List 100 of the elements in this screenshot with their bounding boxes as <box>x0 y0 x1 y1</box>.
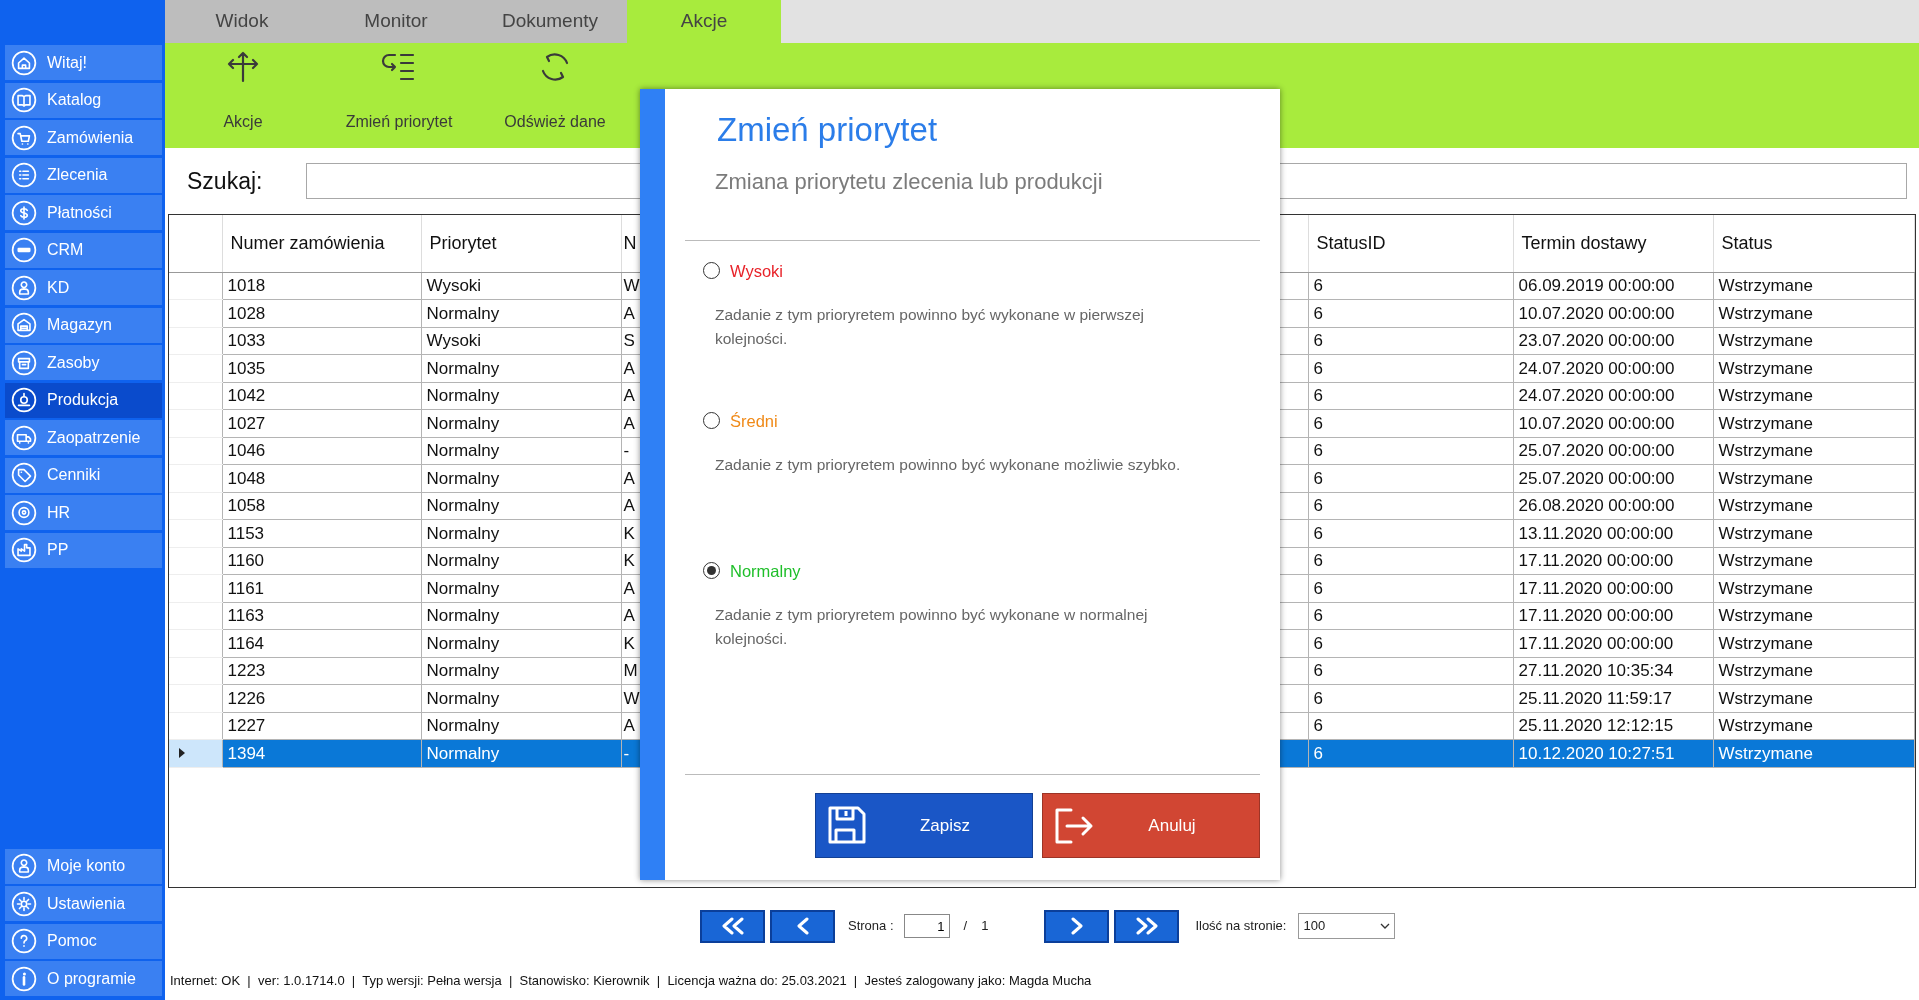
table-cell: Wstrzymane <box>1713 739 1915 767</box>
next-page-button[interactable] <box>1044 909 1110 943</box>
menu-tab[interactable]: Widok <box>165 0 319 43</box>
sidebar-item[interactable]: Płatności <box>5 195 162 230</box>
table-cell: 1227 <box>222 712 421 740</box>
sidebar-item[interactable]: Zaopatrzenie <box>5 420 162 455</box>
table-cell: 6 <box>1308 712 1513 740</box>
table-cell: 10.07.2020 00:00:00 <box>1513 299 1713 327</box>
truck-icon <box>11 424 37 451</box>
cancel-button[interactable]: Anuluj <box>1042 793 1260 858</box>
table-cell: 25.07.2020 00:00:00 <box>1513 464 1713 492</box>
sidebar-item[interactable]: PP <box>5 532 162 568</box>
table-cell: 06.09.2019 00:00:00 <box>1513 272 1713 300</box>
table-cell: Normalny <box>421 354 621 382</box>
table-cell: Wstrzymane <box>1713 602 1915 630</box>
table-cell: Normalny <box>421 464 621 492</box>
table-cell: 1018 <box>222 272 421 300</box>
row-header[interactable] <box>169 272 222 300</box>
table-cell: Normalny <box>421 409 621 437</box>
toolbar-button[interactable]: Odśwież dane <box>477 43 633 148</box>
table-cell: Normalny <box>421 299 621 327</box>
table-cell: 1226 <box>222 684 421 712</box>
info-icon <box>11 965 37 992</box>
sidebar-item[interactable]: O programie <box>5 961 162 996</box>
row-header[interactable] <box>169 739 222 767</box>
toolbar-button[interactable]: Akcje <box>165 43 321 148</box>
sidebar-item[interactable]: Katalog <box>5 82 162 118</box>
table-cell: 1028 <box>222 299 421 327</box>
sidebar-item[interactable]: Zlecenia <box>5 157 162 193</box>
cart-icon <box>11 124 37 151</box>
sidebar-item[interactable]: KD <box>5 270 162 305</box>
table-cell: Wstrzymane <box>1713 327 1915 355</box>
table-cell: 6 <box>1308 437 1513 465</box>
sidebar-item[interactable]: HR <box>5 495 162 530</box>
table-cell: 6 <box>1308 684 1513 712</box>
last-page-button[interactable] <box>1114 909 1180 943</box>
column-header[interactable]: StatusID <box>1308 215 1513 272</box>
page-size-select[interactable]: 100 <box>1298 913 1396 939</box>
menu-tab[interactable]: Dokumenty <box>473 0 627 43</box>
sidebar-item[interactable]: Witaj! <box>5 45 162 80</box>
help-icon <box>11 928 37 954</box>
table-cell: 6 <box>1308 492 1513 520</box>
sidebar-item[interactable]: Zasoby <box>5 345 162 380</box>
sidebar-item[interactable]: Ustawienia <box>5 886 162 921</box>
table-cell: 17.11.2020 00:00:00 <box>1513 629 1713 657</box>
table-cell: 1035 <box>222 354 421 382</box>
table-cell: Normalny <box>421 519 621 547</box>
table-cell: Wstrzymane <box>1713 519 1915 547</box>
table-cell: 1033 <box>222 327 421 355</box>
table-cell: Wstrzymane <box>1713 657 1915 685</box>
table-cell: 6 <box>1308 327 1513 355</box>
sidebar-item[interactable]: Produkcja <box>5 382 162 418</box>
table-cell: Wstrzymane <box>1713 409 1915 437</box>
tag-icon <box>11 462 37 488</box>
sidebar-item[interactable]: Moje konto <box>5 848 162 884</box>
table-cell: 1163 <box>222 602 421 630</box>
column-header[interactable]: Termin dostawy <box>1513 215 1713 272</box>
menu-tab[interactable]: Monitor <box>319 0 473 43</box>
table-cell: 24.07.2020 00:00:00 <box>1513 354 1713 382</box>
toolbar-button[interactable]: Zmień priorytet <box>321 43 477 148</box>
column-header[interactable]: Priorytet <box>421 215 621 272</box>
dollar-icon <box>11 199 37 226</box>
table-cell: 23.07.2020 00:00:00 <box>1513 327 1713 355</box>
column-header[interactable]: Numer zamówienia <box>222 215 421 272</box>
dialog-title: Zmień priorytet <box>717 110 939 150</box>
page-total: 1 <box>981 917 989 936</box>
previous-page-button[interactable] <box>770 909 835 943</box>
table-cell: Normalny <box>421 684 621 712</box>
table-cell: 1027 <box>222 409 421 437</box>
table-cell: 6 <box>1308 299 1513 327</box>
table-cell: 6 <box>1308 382 1513 410</box>
save-button[interactable]: Zapisz <box>815 793 1033 858</box>
table-cell: 17.11.2020 00:00:00 <box>1513 574 1713 602</box>
table-cell: 1223 <box>222 657 421 685</box>
table-cell: 6 <box>1308 547 1513 575</box>
table-cell: 1153 <box>222 519 421 547</box>
table-cell: Normalny <box>421 574 621 602</box>
table-cell: Normalny <box>421 437 621 465</box>
table-cell: 1160 <box>222 547 421 575</box>
menu-tab[interactable]: Akcje <box>627 0 781 43</box>
page-field[interactable]: 1 <box>903 914 950 938</box>
table-cell: 6 <box>1308 272 1513 300</box>
list-icon <box>11 162 37 188</box>
table-cell: Wstrzymane <box>1713 574 1915 602</box>
table-cell: 1042 <box>222 382 421 410</box>
table-cell: Normalny <box>421 739 621 767</box>
sidebar-item[interactable]: CRM <box>5 232 162 268</box>
sidebar-item[interactable]: Zamówienia <box>5 120 162 155</box>
first-page-button[interactable] <box>700 909 765 943</box>
move-icon <box>225 49 261 85</box>
sidebar-item[interactable]: Pomoc <box>5 923 162 959</box>
sidebar-item[interactable]: Magazyn <box>5 307 162 343</box>
sidebar-item[interactable]: Cenniki <box>5 457 162 493</box>
table-cell: 1161 <box>222 574 421 602</box>
table-cell: 6 <box>1308 629 1513 657</box>
table-cell: Wstrzymane <box>1713 354 1915 382</box>
book-icon <box>11 87 37 113</box>
caret-icon <box>1380 923 1391 929</box>
column-header[interactable]: Status <box>1713 215 1915 272</box>
page-size-label: Ilość na stronie: <box>1195 917 1287 936</box>
